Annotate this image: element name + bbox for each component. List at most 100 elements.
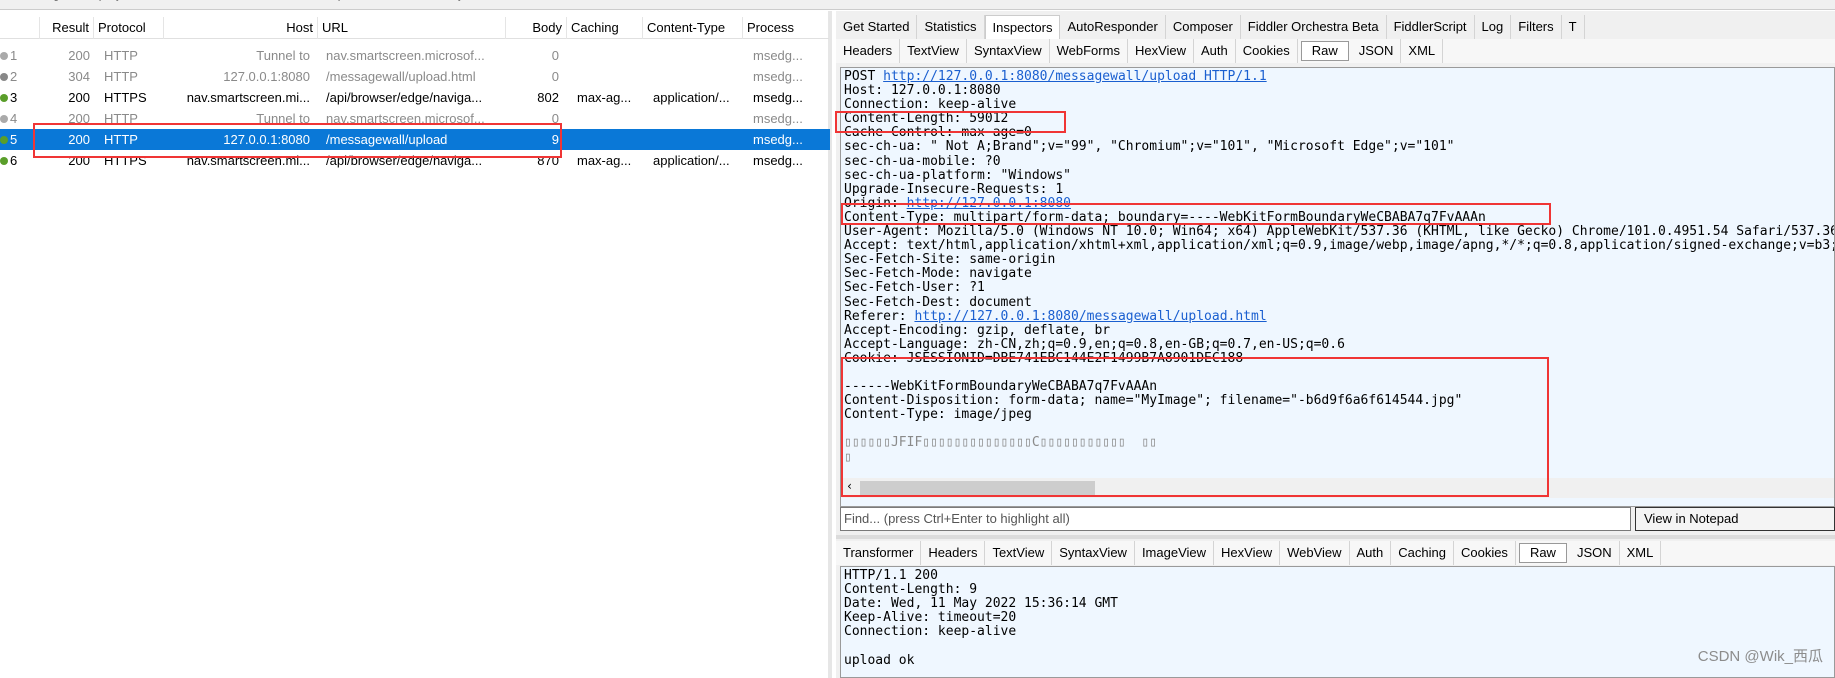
tab-json[interactable]: JSON xyxy=(1352,39,1402,63)
scrollbar-thumb[interactable] xyxy=(860,481,1095,495)
tab-statistics[interactable]: Statistics xyxy=(917,15,985,39)
session-body: 0 xyxy=(551,69,559,84)
tab-autoresponder[interactable]: AutoResponder xyxy=(1060,15,1166,39)
request-url-link[interactable]: http://127.0.0.1:8080/messagewall/upload… xyxy=(883,69,1267,84)
session-row[interactable]: 6 200 HTTPS nav.smartscreen.mi... /api/brows… xyxy=(0,150,830,171)
tab-headers[interactable]: Headers xyxy=(836,39,901,63)
session-result: 200 xyxy=(68,111,90,126)
header-line: sec-ch-ua: " Not A;Brand";v="99", "Chrom… xyxy=(844,139,1455,155)
tab-log[interactable]: Log xyxy=(1475,15,1512,39)
header-line: Accept: text/html,application/xhtml+xml,… xyxy=(844,238,1835,254)
session-url: /messagewall/upload xyxy=(326,132,448,147)
tab-cookies[interactable]: Cookies xyxy=(1236,39,1298,63)
view-in-notepad-button[interactable]: View in Notepad xyxy=(1635,507,1835,531)
request-raw-text[interactable]: POST http://127.0.0.1:8080/messagewall/u… xyxy=(840,67,1835,507)
header-line: Sec-Fetch-User: ?1 xyxy=(844,280,985,296)
tab-raw[interactable]: Raw xyxy=(1518,543,1567,563)
session-id: 3 xyxy=(10,90,18,105)
session-ctype: application/... xyxy=(653,90,730,105)
session-row[interactable]: 4 200 HTTP Tunnel to nav.smartscreen.microso… xyxy=(0,108,830,129)
scroll-left-icon[interactable]: ‹ xyxy=(846,479,853,493)
tab-caching[interactable]: Caching xyxy=(1391,541,1454,565)
tab-syntaxview[interactable]: SyntaxView xyxy=(1052,541,1135,565)
header-line: Connection: keep-alive xyxy=(844,97,1017,113)
header-line: Accept-Language: zh-CN,zh;q=0.9,en;q=0.8… xyxy=(844,336,1345,352)
origin-line: Origin: http://127.0.0.1:8080 xyxy=(844,195,1071,211)
tab-textview[interactable]: TextView xyxy=(900,39,967,63)
col-url[interactable]: URL xyxy=(318,17,506,39)
session-process: msedg... xyxy=(753,69,803,84)
main-tabs: Get Started Statistics Inspectors AutoRespo… xyxy=(836,15,1585,39)
tab-auth[interactable]: Auth xyxy=(1194,39,1236,63)
find-input[interactable]: Find... (press Ctrl+Enter to highlight a… xyxy=(840,507,1631,531)
header-line: sec-ch-ua-mobile: ?0 xyxy=(844,153,1001,169)
header-line: Host: 127.0.0.1:8080 xyxy=(844,83,1001,99)
col-process[interactable]: Process xyxy=(743,17,830,39)
session-result: 200 xyxy=(68,153,90,168)
tab-hexview[interactable]: HexView xyxy=(1214,541,1281,565)
tab-filters[interactable]: Filters xyxy=(1511,15,1562,39)
tab-fiddlerscript[interactable]: FiddlerScript xyxy=(1387,15,1475,39)
session-url: nav.smartscreen.microsof... xyxy=(326,111,485,126)
session-protocol: HTTP xyxy=(104,48,138,63)
response-raw-text[interactable]: HTTP/1.1 200 Content-Length: 9 Date: Wed, … xyxy=(840,566,1835,678)
header-line: Content-Type: multipart/form-data; bound… xyxy=(844,209,1486,225)
col-result[interactable]: Result xyxy=(40,17,94,39)
session-url: /api/browser/edge/naviga... xyxy=(326,90,483,105)
tab-textview[interactable]: TextView xyxy=(985,541,1053,565)
session-row[interactable]: 1 200 HTTP Tunnel to nav.smartscreen.microso… xyxy=(0,45,830,66)
session-row[interactable]: 5 200 HTTP 127.0.0.1:8080/messagewall/uploa… xyxy=(0,129,830,150)
tab-get-started[interactable]: Get Started xyxy=(836,15,918,39)
tab-webforms[interactable]: WebForms xyxy=(1050,39,1128,63)
tab-inspectors[interactable]: Inspectors xyxy=(984,15,1061,39)
tab-t[interactable]: T xyxy=(1562,15,1585,39)
session-row[interactable]: 3 200 HTTPS nav.smartscreen.mi... /api/brows… xyxy=(0,87,830,108)
col-id[interactable] xyxy=(0,17,40,39)
tab-hexview[interactable]: HexView xyxy=(1128,39,1195,63)
col-protocol[interactable]: Protocol xyxy=(94,17,164,39)
horizontal-scrollbar[interactable]: ‹ xyxy=(842,478,1834,498)
col-content-type[interactable]: Content-Type xyxy=(643,17,743,39)
session-id: 4 xyxy=(10,111,18,126)
session-caching: max-ag... xyxy=(577,153,632,168)
tab-composer[interactable]: Composer xyxy=(1166,15,1241,39)
session-process: msedg... xyxy=(753,48,803,63)
tab-xml[interactable]: XML xyxy=(1620,541,1662,565)
session-process: msedg... xyxy=(753,132,803,147)
session-protocol: HTTPS xyxy=(104,90,147,105)
tab-json[interactable]: JSON xyxy=(1570,541,1620,565)
col-host[interactable]: Host xyxy=(164,17,318,39)
splitter[interactable] xyxy=(836,535,1835,539)
session-host: 127.0.0.1:8080 xyxy=(223,69,310,84)
session-id: 6 xyxy=(10,153,18,168)
col-caching[interactable]: Caching xyxy=(567,17,643,39)
session-protocol: HTTPS xyxy=(104,153,147,168)
tab-xml[interactable]: XML xyxy=(1401,39,1444,63)
tab-syntaxview[interactable]: SyntaxView xyxy=(967,39,1050,63)
tab-imageview[interactable]: ImageView xyxy=(1135,541,1215,565)
tab-raw[interactable]: Raw xyxy=(1300,41,1349,61)
response-line: Keep-Alive: timeout=20 xyxy=(844,610,1017,626)
session-row[interactable]: 2 304 HTTP 127.0.0.1:8080/messagewall/uploa… xyxy=(0,66,830,87)
tab-cookies[interactable]: Cookies xyxy=(1454,541,1516,565)
session-protocol: HTTP xyxy=(104,69,138,84)
tab-headers[interactable]: Headers xyxy=(921,541,986,565)
session-icon xyxy=(0,136,8,144)
tab-transformer[interactable]: Transformer xyxy=(836,541,922,565)
origin-link[interactable]: http://127.0.0.1:8080 xyxy=(907,196,1071,211)
referer-link[interactable]: http://127.0.0.1:8080/messagewall/upload… xyxy=(914,309,1266,324)
tab-fiddler-orchestra-beta[interactable]: Fiddler Orchestra Beta xyxy=(1241,15,1387,39)
toolbar: WinConfigReplayGoStreamDecodeKeep: All s… xyxy=(0,0,1835,10)
session-host: 127.0.0.1:8080 xyxy=(223,132,310,147)
inspector-pane: Get Started Statistics Inspectors AutoRespo… xyxy=(836,11,1835,678)
session-body: 0 xyxy=(551,111,559,126)
session-body: 9 xyxy=(551,132,559,147)
session-protocol: HTTP xyxy=(104,132,138,147)
session-url: nav.smartscreen.microsof... xyxy=(326,48,485,63)
tab-webview[interactable]: WebView xyxy=(1280,541,1350,565)
session-host: Tunnel to xyxy=(256,111,310,126)
col-body[interactable]: Body xyxy=(506,17,567,39)
tab-auth[interactable]: Auth xyxy=(1350,541,1392,565)
session-url: /messagewall/upload.html xyxy=(326,69,476,84)
header-line: User-Agent: Mozilla/5.0 (Windows NT 10.0… xyxy=(844,224,1835,240)
